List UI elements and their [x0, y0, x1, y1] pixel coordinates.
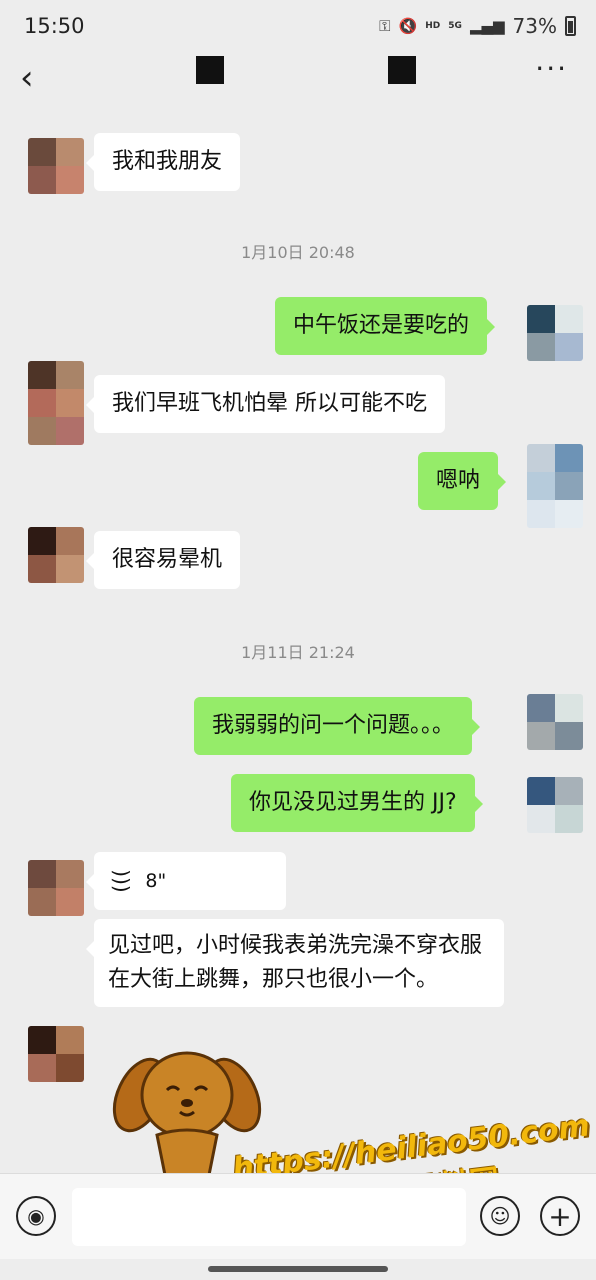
battery-icon — [565, 16, 576, 36]
voice-message-bubble[interactable]: ))) 8" — [86, 852, 286, 910]
message-timestamp: 1月10日 20:48 — [241, 243, 355, 262]
message-bubble-right[interactable]: 嗯呐 — [418, 452, 507, 510]
voice-duration: 8" — [145, 870, 167, 892]
message-bubble-right[interactable]: 中午饭还是要吃的 — [275, 297, 496, 355]
avatar[interactable] — [28, 860, 84, 916]
message-bubble-right[interactable]: 我弱弱的问一个问题。。。 — [194, 697, 481, 755]
redacted-title-block — [388, 56, 416, 84]
status-bar: 15:50 ⚿ 🔇 HD 5G ▂▄▆ 73% — [0, 0, 596, 52]
key-icon: ⚿ — [379, 17, 391, 35]
home-indicator[interactable] — [208, 1266, 388, 1272]
battery-percent: 73% — [512, 14, 557, 38]
voice-mode-icon[interactable]: ◉ — [16, 1196, 56, 1236]
avatar[interactable] — [527, 694, 583, 750]
message-bubble-left[interactable]: 我和我朋友 — [85, 133, 241, 191]
message-bubble-left[interactable]: 很容易晕机 — [85, 531, 241, 589]
avatar[interactable] — [28, 138, 84, 194]
status-icons: ⚿ 🔇 HD 5G ▂▄▆ 73% — [379, 14, 576, 38]
redacted-title-block — [196, 56, 224, 84]
avatar[interactable] — [28, 527, 84, 583]
input-bar: ◉ ☺ + — [0, 1173, 596, 1259]
message-bubble-left[interactable]: 见过吧，小时候我表弟洗完澡不穿衣服在大街上跳舞，那只也很小一个。 — [86, 919, 504, 1007]
mute-icon: 🔇 — [398, 17, 418, 35]
hd-label: HD — [425, 20, 441, 31]
network-5g-label: 5G — [448, 20, 462, 31]
avatar[interactable] — [28, 1026, 84, 1082]
voice-wave-icon: ))) — [109, 869, 134, 893]
message-bubble-right[interactable]: 你见没见过男生的 JJ? — [231, 774, 483, 832]
avatar[interactable] — [527, 777, 583, 833]
message-bubble-left[interactable]: 我们早班飞机怕晕 所以可能不吃 — [86, 375, 445, 433]
avatar[interactable] — [527, 305, 583, 361]
message-input[interactable] — [72, 1188, 466, 1246]
chat-header: ‹ ··· — [0, 52, 596, 104]
avatar[interactable] — [28, 361, 84, 445]
more-dots-icon[interactable]: ··· — [535, 52, 568, 85]
plus-icon[interactable]: + — [540, 1196, 580, 1236]
avatar[interactable] — [527, 444, 583, 528]
chevron-left-icon[interactable]: ‹ — [20, 58, 34, 98]
signal-icon: ▂▄▆ — [469, 17, 505, 35]
message-timestamp: 1月11日 21:24 — [241, 643, 355, 662]
emoji-icon[interactable]: ☺ — [480, 1196, 520, 1236]
status-time: 15:50 — [24, 14, 85, 38]
